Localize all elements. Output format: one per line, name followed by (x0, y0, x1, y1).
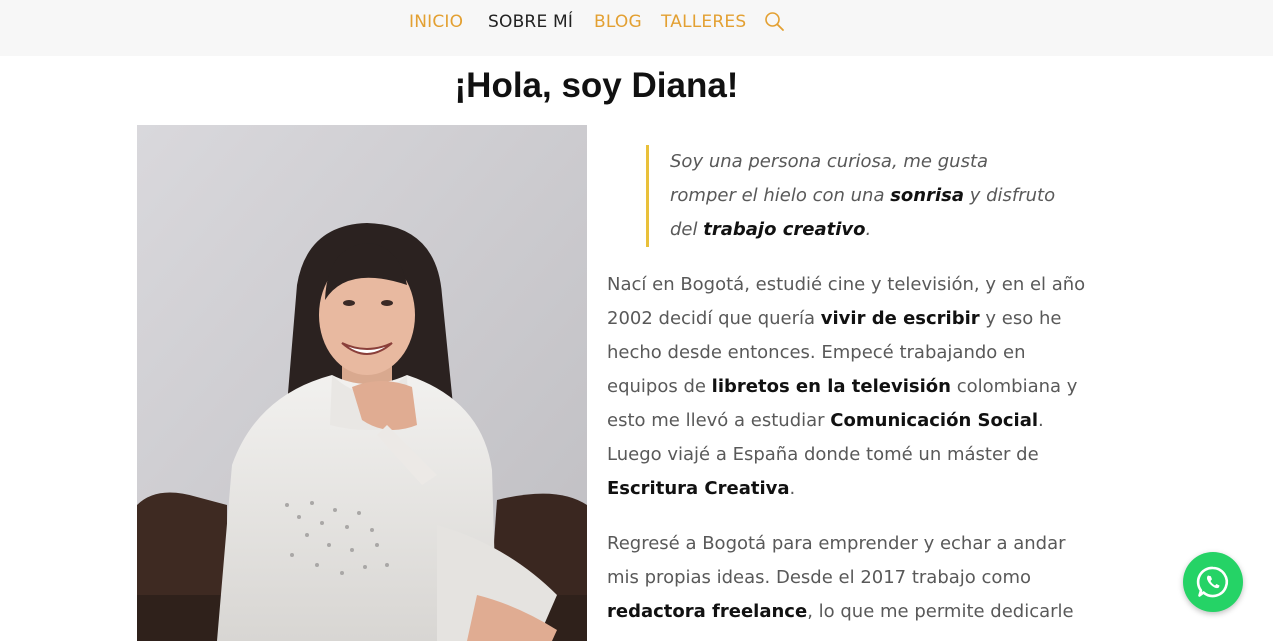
quote-line: Soy una persona curiosa, me gusta (670, 151, 989, 172)
quote-highlight-trabajo: trabajo creativo (703, 219, 866, 240)
top-navigation: INICIO SOBRE MÍ BLOG TALLERES (0, 0, 1273, 56)
nav-item-inicio[interactable]: INICIO (409, 10, 463, 34)
search-icon[interactable] (764, 11, 786, 33)
whatsapp-button[interactable] (1183, 552, 1243, 612)
whatsapp-icon (1196, 566, 1229, 598)
bio-paragraph-1: Nací en Bogotá, estudié cine y televisió… (607, 274, 1086, 499)
page-title: ¡Hola, soy Diana! (454, 66, 739, 105)
intro-quote: Soy una persona curiosa, me gusta romper… (646, 145, 1056, 247)
profile-photo (137, 125, 587, 641)
bio-paragraph-2: Regresé a Bogotá para emprender y echar … (607, 533, 1074, 622)
nav-item-sobre-mi[interactable]: SOBRE MÍ (488, 10, 573, 34)
quote-line: del trabajo creativo. (670, 219, 872, 240)
nav-item-blog[interactable]: BLOG (594, 10, 642, 34)
quote-line: romper el hielo con una sonrisa y disfru… (670, 185, 1056, 206)
quote-highlight-sonrisa: sonrisa (890, 185, 965, 206)
nav-item-talleres[interactable]: TALLERES (661, 10, 746, 34)
